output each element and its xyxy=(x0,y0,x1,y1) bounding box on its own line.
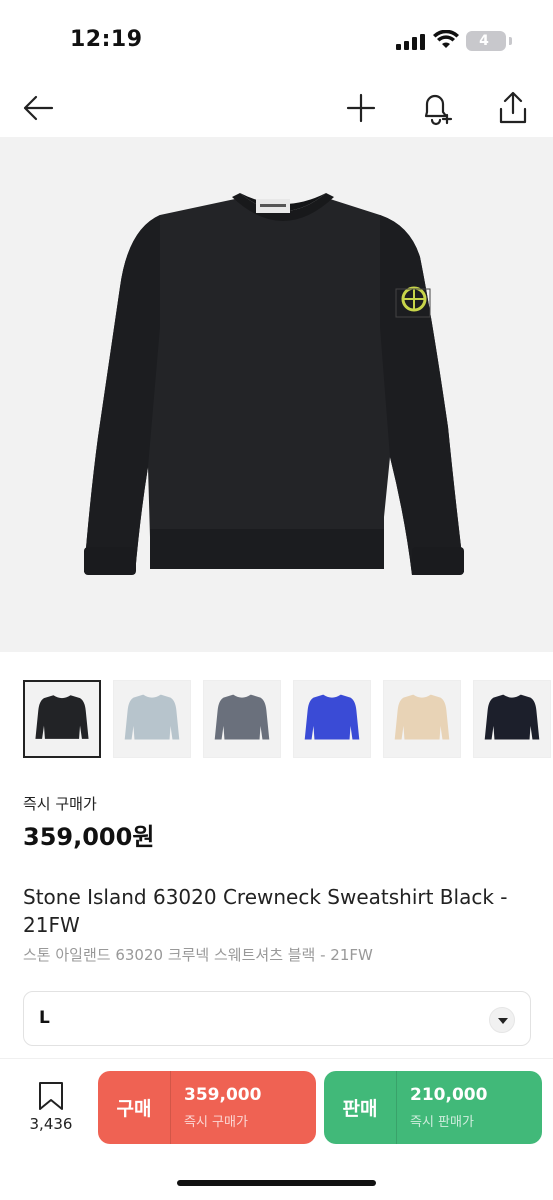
cellular-signal-icon xyxy=(396,34,425,50)
size-select[interactable]: L xyxy=(23,991,531,1046)
sell-sub-label: 즉시 판매가 xyxy=(410,1115,474,1130)
share-icon[interactable] xyxy=(493,88,533,128)
thumbnail-light-blue[interactable] xyxy=(113,680,191,758)
sweatshirt-illustration xyxy=(84,193,464,575)
battery-level: 4 xyxy=(479,33,489,49)
product-title-ko: 스톤 아일랜드 63020 크루넥 스웨트셔츠 블랙 - 21FW xyxy=(23,946,373,964)
sell-divider xyxy=(396,1071,397,1144)
thumbnail-sweatshirt-icon xyxy=(35,695,89,739)
buy-price: 359,000 xyxy=(184,1085,262,1105)
thumbnail-navy[interactable] xyxy=(473,680,551,758)
thumbnail-sweatshirt-icon xyxy=(484,694,540,740)
thumbnail-sweatshirt-icon xyxy=(394,694,450,740)
sell-price: 210,000 xyxy=(410,1085,488,1105)
wishlist-count: 3,436 xyxy=(29,1115,73,1133)
sell-label: 판매 xyxy=(342,1098,378,1120)
thumbnail-strip xyxy=(23,680,553,760)
battery-nub xyxy=(509,37,512,45)
price-value: 359,000원 xyxy=(23,823,155,851)
thumbnail-sweatshirt-icon xyxy=(304,694,360,740)
price-label: 즉시 구매가 xyxy=(23,795,97,813)
thumbnail-royal-blue[interactable] xyxy=(293,680,371,758)
product-title-en: Stone Island 63020 Crewneck Sweatshirt B… xyxy=(23,885,508,937)
top-nav xyxy=(0,80,553,136)
thumbnail-sweatshirt-icon xyxy=(214,694,270,740)
bookmark-icon xyxy=(39,1082,63,1110)
size-value: L xyxy=(39,1008,50,1028)
product-image[interactable] xyxy=(0,137,553,652)
back-arrow-icon[interactable] xyxy=(18,88,58,128)
bottom-action-bar: 3,436 구매 359,000 즉시 구매가 판매 210,000 즉시 판매… xyxy=(0,1058,553,1200)
home-indicator xyxy=(177,1180,376,1186)
thumbnail-sweatshirt-icon xyxy=(124,694,180,740)
thumbnail-grey-blue[interactable] xyxy=(203,680,281,758)
thumbnail-black[interactable] xyxy=(23,680,101,758)
buy-divider xyxy=(170,1071,171,1144)
status-time: 12:19 xyxy=(70,27,143,52)
plus-icon[interactable] xyxy=(341,88,381,128)
bell-plus-icon[interactable] xyxy=(417,88,457,128)
buy-sub-label: 즉시 구매가 xyxy=(184,1115,248,1130)
buy-button[interactable]: 구매 359,000 즉시 구매가 xyxy=(98,1071,316,1144)
thumbnail-beige[interactable] xyxy=(383,680,461,758)
status-bar: 12:19 4 xyxy=(0,0,553,80)
battery-icon: 4 xyxy=(466,31,506,51)
sell-button[interactable]: 판매 210,000 즉시 판매가 xyxy=(324,1071,542,1144)
wifi-icon xyxy=(433,30,459,48)
buy-label: 구매 xyxy=(116,1098,152,1120)
chevron-down-icon[interactable] xyxy=(489,1007,515,1033)
wishlist-button[interactable]: 3,436 xyxy=(24,1081,78,1137)
